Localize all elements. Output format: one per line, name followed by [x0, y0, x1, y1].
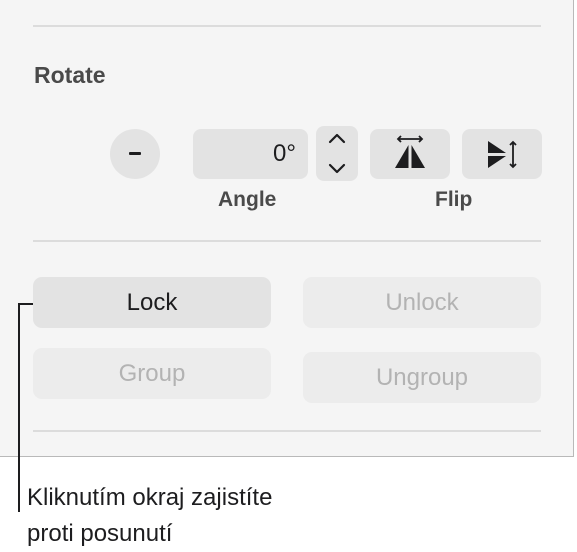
- callout-pointer: [18, 303, 33, 305]
- callout-line: [18, 303, 20, 512]
- unlock-button[interactable]: Unlock: [303, 277, 541, 328]
- flip-horizontal-button[interactable]: [370, 129, 450, 179]
- angle-field[interactable]: 0°: [193, 129, 308, 179]
- callout-line-2: proti posunutí: [27, 520, 173, 547]
- divider-bottom: [33, 430, 541, 432]
- angle-caption: Angle: [218, 188, 277, 211]
- group-button[interactable]: Group: [33, 348, 271, 399]
- section-title-rotate: Rotate: [34, 62, 106, 88]
- flip-vertical-icon: [488, 140, 517, 169]
- divider-middle: [33, 240, 541, 242]
- ungroup-button[interactable]: Ungroup: [303, 352, 541, 403]
- flip-vertical-button[interactable]: [462, 129, 542, 179]
- rotate-knob-indicator: [129, 152, 141, 155]
- flip-caption: Flip: [435, 188, 473, 211]
- arrange-panel: Rotate 0° Angle Flip Lock Unlock Group U…: [0, 0, 574, 457]
- flip-horizontal-icon: [395, 135, 425, 168]
- angle-stepper[interactable]: [316, 126, 358, 181]
- rotate-knob[interactable]: [110, 129, 160, 179]
- divider-top: [33, 25, 541, 27]
- lock-button[interactable]: Lock: [33, 277, 271, 328]
- callout-text: Kliknutím okraj zajistíte proti posunutí: [27, 480, 272, 552]
- up-down-chevron-icon: [328, 133, 346, 174]
- callout-line-1: Kliknutím okraj zajistíte: [27, 484, 273, 511]
